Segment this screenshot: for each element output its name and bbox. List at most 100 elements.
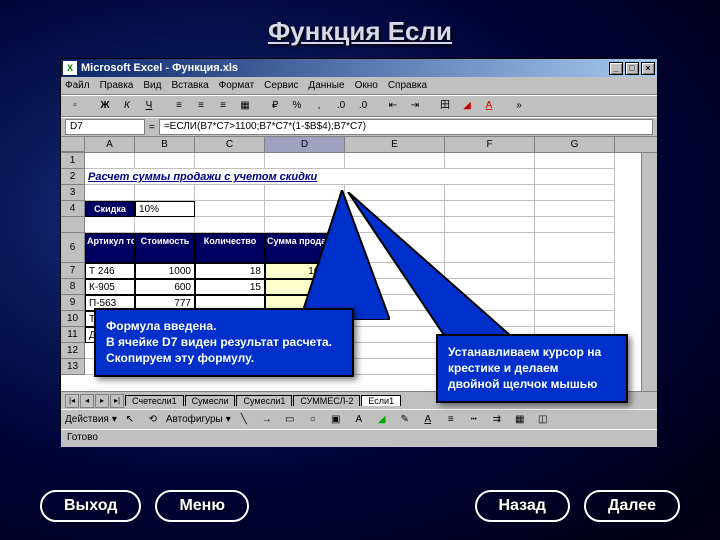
row-11[interactable]: 11 bbox=[61, 327, 85, 343]
sheet-nav-first[interactable]: |◂ bbox=[65, 394, 79, 408]
vertical-scrollbar[interactable] bbox=[641, 153, 657, 391]
shadow-icon[interactable]: ▦ bbox=[510, 411, 530, 429]
row-5[interactable] bbox=[61, 217, 85, 233]
align-center-icon[interactable]: ≡ bbox=[191, 97, 211, 115]
sheet-tab-4[interactable]: СУММЕСЛ-2 bbox=[293, 395, 360, 406]
row-13[interactable]: 13 bbox=[61, 359, 85, 375]
fillcolor-draw-icon[interactable]: ◢ bbox=[372, 411, 392, 429]
row-12[interactable]: 12 bbox=[61, 343, 85, 359]
callout-2-pointer bbox=[342, 192, 512, 347]
indent-icon[interactable]: ⇥ bbox=[405, 97, 425, 115]
col-b[interactable]: B bbox=[135, 137, 195, 152]
row-6[interactable]: 6 bbox=[61, 233, 85, 263]
borders-icon[interactable]: 田 bbox=[435, 97, 455, 115]
col-c[interactable]: C bbox=[195, 137, 265, 152]
col-g[interactable]: G bbox=[535, 137, 615, 152]
select-icon[interactable]: ↖ bbox=[120, 411, 140, 429]
rect-icon[interactable]: ▭ bbox=[280, 411, 300, 429]
row-4[interactable]: 4 bbox=[61, 201, 85, 217]
outdent-icon[interactable]: ⇤ bbox=[383, 97, 403, 115]
sheet-tab-active[interactable]: Если1 bbox=[361, 395, 401, 406]
callout-1-line-1: Формула введена. bbox=[106, 318, 342, 334]
menu-data[interactable]: Данные bbox=[308, 80, 344, 91]
row-3[interactable]: 3 bbox=[61, 185, 85, 201]
menu-tools[interactable]: Сервис bbox=[264, 80, 298, 91]
align-left-icon[interactable]: ≡ bbox=[169, 97, 189, 115]
col-a[interactable]: A bbox=[85, 137, 135, 152]
line-icon[interactable]: ╲ bbox=[234, 411, 254, 429]
rotate-icon[interactable]: ⟲ bbox=[143, 411, 163, 429]
cell-b8[interactable]: 600 bbox=[135, 279, 195, 295]
name-box[interactable]: D7 bbox=[65, 119, 145, 135]
sheet-nav-prev[interactable]: ◂ bbox=[80, 394, 94, 408]
new-icon[interactable]: ▫ bbox=[65, 97, 85, 115]
back-button[interactable]: Назад bbox=[475, 490, 570, 522]
oval-icon[interactable]: ○ bbox=[303, 411, 323, 429]
merge-icon[interactable]: ▦ bbox=[235, 97, 255, 115]
comma-icon[interactable]: , bbox=[309, 97, 329, 115]
fillcolor-icon[interactable]: ◢ bbox=[457, 97, 477, 115]
draw-actions-label[interactable]: Действия bbox=[65, 414, 109, 425]
menu-file[interactable]: Файл bbox=[65, 80, 90, 91]
autoshapes-label[interactable]: Автофигуры bbox=[166, 414, 223, 425]
arrowstyle-icon[interactable]: ⇉ bbox=[487, 411, 507, 429]
fx-label: = bbox=[149, 122, 155, 133]
linecolor-icon[interactable]: ✎ bbox=[395, 411, 415, 429]
menu-button[interactable]: Меню bbox=[155, 490, 249, 522]
next-button[interactable]: Далее bbox=[584, 490, 680, 522]
row-10[interactable]: 10 bbox=[61, 311, 85, 327]
bold-icon[interactable]: Ж bbox=[95, 97, 115, 115]
exit-button[interactable]: Выход bbox=[40, 490, 141, 522]
row-1[interactable]: 1 bbox=[61, 153, 85, 169]
col-d[interactable]: D bbox=[265, 137, 345, 152]
col-f[interactable]: F bbox=[445, 137, 535, 152]
percent-icon[interactable]: % bbox=[287, 97, 307, 115]
sheet-nav-next[interactable]: ▸ bbox=[95, 394, 109, 408]
dec-decimal-icon[interactable]: .0 bbox=[353, 97, 373, 115]
fontcolor-icon[interactable]: A bbox=[479, 97, 499, 115]
menu-format[interactable]: Формат bbox=[219, 80, 255, 91]
select-all-corner[interactable] bbox=[61, 137, 85, 152]
formula-input[interactable]: =ЕСЛИ(B7*C7>1100;B7*C7*(1-$B$4);B7*C7) bbox=[159, 119, 653, 135]
cell-c8[interactable]: 15 bbox=[195, 279, 265, 295]
hdr-kolichestvo: Количество bbox=[195, 233, 265, 263]
underline-icon[interactable]: Ч bbox=[139, 97, 159, 115]
menubar: Файл Правка Вид Вставка Формат Сервис Да… bbox=[61, 77, 657, 95]
cell-b7[interactable]: 1000 bbox=[135, 263, 195, 279]
arrow-icon[interactable]: → bbox=[257, 411, 277, 429]
minimize-button[interactable]: _ bbox=[609, 62, 623, 75]
wordart-icon[interactable]: A bbox=[349, 411, 369, 429]
sheet-tab-3[interactable]: Сумесли1 bbox=[236, 395, 292, 406]
menu-insert[interactable]: Вставка bbox=[171, 80, 208, 91]
row-9[interactable]: 9 bbox=[61, 295, 85, 311]
align-right-icon[interactable]: ≡ bbox=[213, 97, 233, 115]
menu-view[interactable]: Вид bbox=[143, 80, 161, 91]
maximize-button[interactable]: □ bbox=[625, 62, 639, 75]
row-7[interactable]: 7 bbox=[61, 263, 85, 279]
cell-a8[interactable]: К-905 bbox=[85, 279, 135, 295]
linestyle-icon[interactable]: ≡ bbox=[441, 411, 461, 429]
menu-edit[interactable]: Правка bbox=[100, 80, 134, 91]
formula-bar: D7 = =ЕСЛИ(B7*C7>1100;B7*C7*(1-$B$4);B7*… bbox=[61, 117, 657, 137]
italic-icon[interactable]: К bbox=[117, 97, 137, 115]
dashstyle-icon[interactable]: ┅ bbox=[464, 411, 484, 429]
cell-c7[interactable]: 18 bbox=[195, 263, 265, 279]
sheet-tab-2[interactable]: Сумесли bbox=[185, 395, 236, 406]
textbox-icon[interactable]: ▣ bbox=[326, 411, 346, 429]
sheet-tab-1[interactable]: Счетесли1 bbox=[125, 395, 184, 406]
menu-help[interactable]: Справка bbox=[388, 80, 427, 91]
callout-cursor-doubleclick: Устанавливаем курсор на крестике и делае… bbox=[436, 334, 628, 403]
inc-decimal-icon[interactable]: .0 bbox=[331, 97, 351, 115]
cell-a7[interactable]: Т 246 bbox=[85, 263, 135, 279]
more-icon[interactable]: » bbox=[509, 97, 529, 115]
3d-icon[interactable]: ◫ bbox=[533, 411, 553, 429]
row-2[interactable]: 2 bbox=[61, 169, 85, 185]
window-title: Microsoft Excel - Функция.xls bbox=[81, 62, 609, 74]
col-e[interactable]: E bbox=[345, 137, 445, 152]
sheet-nav-last[interactable]: ▸| bbox=[110, 394, 124, 408]
close-button[interactable]: × bbox=[641, 62, 655, 75]
currency-icon[interactable]: ₽ bbox=[265, 97, 285, 115]
menu-window[interactable]: Окно bbox=[355, 80, 378, 91]
row-8[interactable]: 8 bbox=[61, 279, 85, 295]
fontcolor-draw-icon[interactable]: A bbox=[418, 411, 438, 429]
